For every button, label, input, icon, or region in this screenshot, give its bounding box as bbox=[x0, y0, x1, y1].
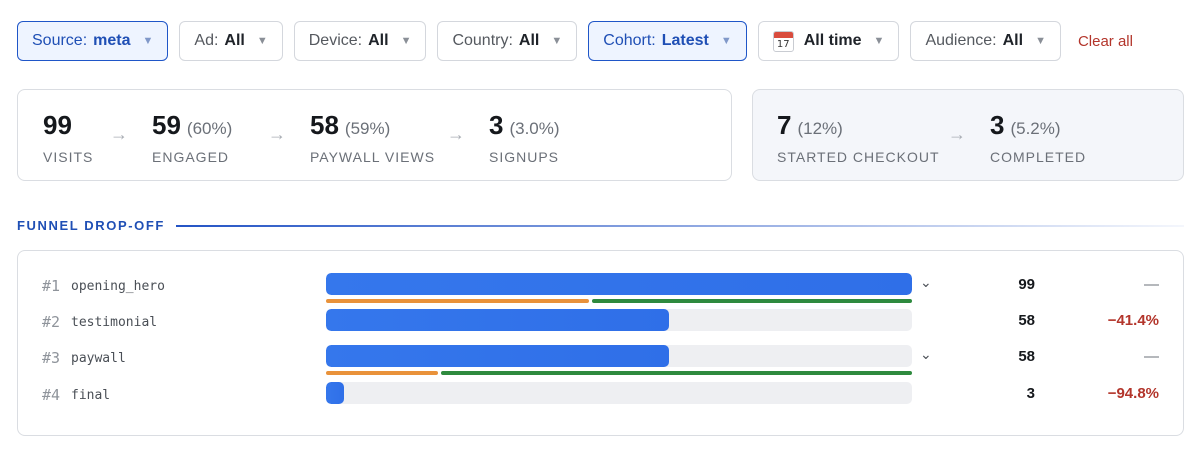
stat-percent: (59%) bbox=[344, 119, 391, 138]
stat-percent: (3.0%) bbox=[509, 119, 560, 138]
filter-value: All bbox=[224, 32, 245, 49]
filter-value: All time bbox=[803, 32, 862, 49]
filter-source-dropdown[interactable]: Source: meta ▼ bbox=[17, 21, 169, 61]
funnel-row-final: #4 final 3 −94.8% bbox=[18, 382, 1183, 412]
step-delta: −41.4% bbox=[1107, 312, 1159, 329]
caret-down-icon: ▼ bbox=[400, 35, 412, 47]
clear-all-link[interactable]: Clear all bbox=[1078, 33, 1133, 50]
funnel-row-opening-hero: #1 opening_hero ⌄ 99 — bbox=[18, 273, 1183, 303]
filter-value: Latest bbox=[661, 32, 709, 49]
funnel-dropoff-panel: #1 opening_hero ⌄ 99— #2 testimonial 58 −41.4% #… bbox=[17, 250, 1184, 436]
stat-paywall-views: 58 (59%) PAYWALL VIEWS bbox=[310, 110, 435, 165]
split-green-segment bbox=[591, 299, 912, 303]
step-bar-track bbox=[326, 382, 912, 404]
step-delta: −94.8% bbox=[1107, 385, 1159, 402]
step-count: 99 bbox=[1018, 276, 1035, 293]
filter-label: Device: bbox=[308, 32, 363, 49]
stat-value: 7 bbox=[777, 110, 792, 140]
stat-signups: 3 (3.0%) SIGNUPS bbox=[489, 110, 560, 165]
step-bar-fill bbox=[326, 382, 344, 404]
filter-device-dropdown[interactable]: Device: All ▼ bbox=[293, 21, 427, 61]
stat-label: VISITS bbox=[43, 149, 94, 165]
step-split-bar bbox=[326, 299, 912, 303]
step-name: opening_hero bbox=[71, 279, 165, 294]
step-bar-fill bbox=[326, 345, 670, 367]
arrow-right-icon: → bbox=[447, 124, 465, 144]
step-name: paywall bbox=[71, 351, 126, 366]
stat-label: PAYWALL VIEWS bbox=[310, 149, 436, 165]
funnel-row-paywall: #3 paywall ⌄ 58 — bbox=[18, 345, 1183, 375]
step-count: 58 bbox=[1018, 312, 1035, 329]
caret-down-icon: ▼ bbox=[873, 35, 885, 47]
section-divider bbox=[176, 225, 1184, 227]
filter-label: Source: bbox=[32, 32, 88, 49]
step-delta: — bbox=[1144, 348, 1159, 365]
chevron-down-icon[interactable]: ⌄ bbox=[920, 346, 932, 363]
section-title: FUNNEL DROP-OFF bbox=[17, 218, 165, 233]
funnel-row-testimonial: #2 testimonial 58 −41.4% bbox=[18, 309, 1183, 339]
filter-bar: Source: meta ▼ Ad: All ▼ Device: All ▼ Country: Al… bbox=[17, 21, 1133, 61]
stat-engaged: 59 (60%) ENGAGED bbox=[152, 110, 232, 165]
checkout-summary-card: 7 (12%) STARTED CHECKOUT 3 (5.2%) COMPLETED → bbox=[752, 89, 1184, 181]
split-green-segment bbox=[441, 371, 912, 375]
stat-completed: 3 (5.2%) COMPLETED bbox=[990, 110, 1086, 165]
stat-label: ENGAGED bbox=[152, 149, 230, 165]
arrow-right-icon: → bbox=[268, 124, 286, 144]
caret-down-icon: ▼ bbox=[256, 35, 268, 47]
filter-audience-dropdown[interactable]: Audience: All ▼ bbox=[910, 21, 1061, 61]
step-bar-fill bbox=[326, 309, 670, 331]
stat-percent: (5.2%) bbox=[1010, 119, 1061, 138]
calendar-icon: 17 bbox=[772, 30, 794, 52]
arrow-right-icon: → bbox=[110, 124, 128, 144]
stat-value: 99 bbox=[43, 110, 72, 140]
step-index: #2 bbox=[42, 313, 61, 331]
step-bar-track bbox=[326, 345, 912, 367]
filter-value: meta bbox=[93, 32, 131, 49]
stat-label: COMPLETED bbox=[990, 149, 1087, 165]
step-index: #4 bbox=[42, 386, 61, 404]
stat-visits: 99 VISITS bbox=[43, 110, 93, 165]
caret-down-icon: ▼ bbox=[720, 35, 732, 47]
step-bar-track bbox=[326, 273, 912, 295]
filter-all-time-dropdown[interactable]: 17 All time ▼ bbox=[757, 21, 900, 61]
stat-percent: (12%) bbox=[797, 119, 843, 138]
split-orange-segment bbox=[326, 371, 439, 375]
step-name: testimonial bbox=[71, 315, 158, 330]
filter-label: Audience: bbox=[925, 32, 997, 49]
step-name: final bbox=[71, 388, 111, 403]
filter-ad-dropdown[interactable]: Ad: All ▼ bbox=[179, 21, 283, 61]
caret-down-icon: ▼ bbox=[551, 35, 563, 47]
stat-label: STARTED CHECKOUT bbox=[777, 149, 940, 165]
filter-value: All bbox=[1002, 32, 1024, 49]
filter-cohort-dropdown[interactable]: Cohort: Latest ▼ bbox=[588, 21, 747, 61]
filter-label: Ad: bbox=[194, 32, 219, 49]
step-count: 58 bbox=[1018, 348, 1035, 365]
arrow-right-icon: → bbox=[948, 124, 966, 144]
filter-country-dropdown[interactable]: Country: All ▼ bbox=[437, 21, 578, 61]
stat-percent: (60%) bbox=[186, 119, 233, 138]
filter-label: Cohort: bbox=[603, 32, 656, 49]
step-index: #3 bbox=[42, 349, 61, 367]
step-count: 3 bbox=[1026, 385, 1035, 402]
caret-down-icon: ▼ bbox=[142, 35, 154, 47]
filter-value: All bbox=[518, 32, 540, 49]
stat-started-checkout: 7 (12%) STARTED CHECKOUT bbox=[777, 110, 940, 165]
stat-value: 3 bbox=[990, 110, 1005, 140]
stat-value: 58 bbox=[310, 110, 339, 140]
stat-value: 59 bbox=[152, 110, 181, 140]
step-split-bar bbox=[326, 371, 912, 375]
step-bar-track bbox=[326, 309, 912, 331]
step-delta: — bbox=[1144, 276, 1159, 293]
split-orange-segment bbox=[326, 299, 589, 303]
filter-value: All bbox=[368, 32, 389, 49]
filter-label: Country: bbox=[452, 32, 513, 49]
stat-label: SIGNUPS bbox=[489, 149, 560, 165]
funnel-summary-card: 99 VISITS 59 (60%) ENGAGED 58 (59%) PAYWALL VIE… bbox=[17, 89, 732, 181]
step-index: #1 bbox=[42, 277, 61, 295]
caret-down-icon: ▼ bbox=[1035, 35, 1046, 47]
stat-value: 3 bbox=[489, 110, 504, 140]
chevron-down-icon[interactable]: ⌄ bbox=[920, 274, 932, 291]
step-bar-fill bbox=[326, 273, 912, 295]
